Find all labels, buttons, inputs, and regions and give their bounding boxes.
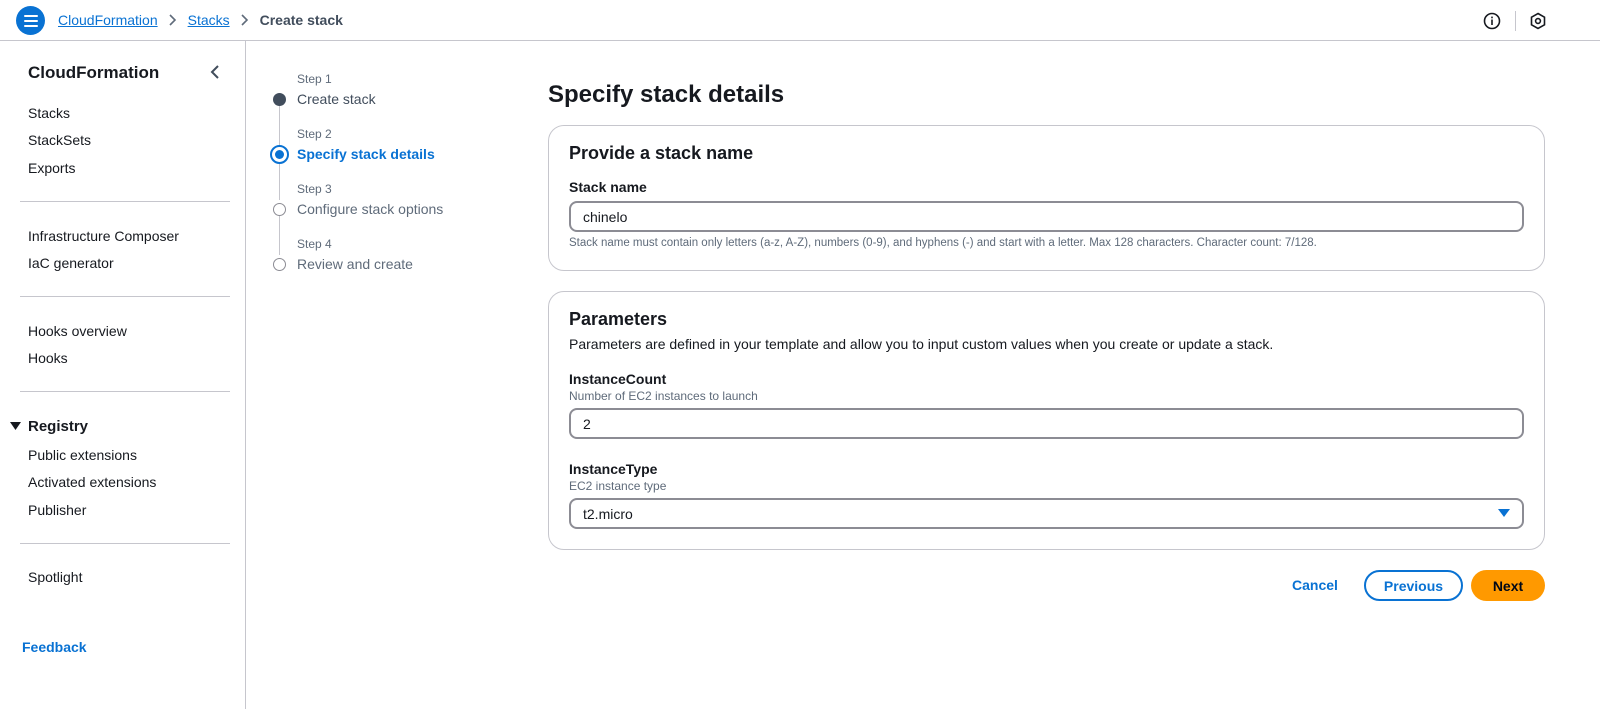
- sidebar-item-exports[interactable]: Exports: [28, 160, 75, 176]
- step-label[interactable]: Create stack: [297, 91, 376, 107]
- hamburger-menu-button[interactable]: [16, 6, 45, 35]
- settings-hexagon-icon[interactable]: [1528, 11, 1548, 31]
- stack-name-input[interactable]: chinelo: [569, 201, 1524, 232]
- chevron-right-icon: [168, 14, 178, 26]
- stack-name-constraint: Stack name must contain only letters (a-…: [569, 237, 1317, 249]
- side-navigation: CloudFormation Stacks StackSets Exports …: [0, 41, 246, 709]
- sidebar-item-hooks[interactable]: Hooks: [28, 350, 68, 366]
- toolbar-divider: [1515, 11, 1516, 31]
- breadcrumb-stacks[interactable]: Stacks: [188, 12, 230, 28]
- feedback-link[interactable]: Feedback: [22, 639, 87, 655]
- instance-count-label: InstanceCount: [569, 371, 667, 387]
- stack-name-container: Provide a stack name Stack name chinelo …: [548, 125, 1545, 271]
- instance-type-selected-value: t2.micro: [583, 505, 633, 522]
- step-label: Specify stack details: [297, 146, 435, 162]
- breadcrumb-cloudformation[interactable]: CloudFormation: [58, 12, 158, 28]
- info-icon[interactable]: [1482, 11, 1502, 31]
- instance-count-input[interactable]: 2: [569, 408, 1524, 439]
- sidebar-divider: [20, 391, 230, 392]
- sidebar-item-infrastructure-composer[interactable]: Infrastructure Composer: [28, 228, 179, 244]
- step-connector: [279, 162, 280, 200]
- step-connector: [279, 215, 280, 255]
- step-label: Configure stack options: [297, 201, 444, 217]
- previous-button[interactable]: Previous: [1364, 570, 1463, 601]
- section-heading: Parameters: [569, 309, 668, 329]
- step-number: Step 4: [297, 237, 332, 251]
- step-connector: [279, 105, 280, 145]
- section-heading: Provide a stack name: [569, 143, 754, 163]
- step-upcoming-dot: [273, 258, 286, 271]
- page-title: Specify stack details: [548, 81, 785, 108]
- parameters-container: Parameters Parameters are defined in you…: [548, 291, 1545, 550]
- chevron-left-icon: [210, 65, 219, 79]
- next-button[interactable]: Next: [1471, 570, 1545, 601]
- parameters-description: Parameters are defined in your template …: [569, 336, 1274, 352]
- sidebar-item-spotlight[interactable]: Spotlight: [28, 569, 82, 585]
- sidebar-item-stacksets[interactable]: StackSets: [28, 132, 91, 148]
- cancel-button[interactable]: Cancel: [1292, 577, 1338, 593]
- registry-label: Registry: [28, 418, 89, 435]
- sidebar-item-publisher[interactable]: Publisher: [28, 502, 86, 518]
- sidebar-divider: [20, 296, 230, 297]
- step-label: Review and create: [297, 256, 413, 272]
- breadcrumb: CloudFormation Stacks Create stack: [58, 12, 343, 28]
- caret-down-icon: [1498, 509, 1510, 517]
- sidebar-item-stacks[interactable]: Stacks: [28, 105, 70, 121]
- step-number: Step 2: [297, 127, 332, 141]
- top-navigation-bar: CloudFormation Stacks Create stack: [0, 0, 1600, 41]
- sidebar-divider: [20, 201, 230, 202]
- caret-down-icon: [10, 422, 21, 431]
- step-number: Step 1: [297, 72, 332, 86]
- instance-type-label: InstanceType: [569, 461, 658, 477]
- breadcrumb-current-page: Create stack: [259, 12, 343, 28]
- sidebar-item-hooks-overview[interactable]: Hooks overview: [28, 323, 127, 339]
- sidebar-item-public-extensions[interactable]: Public extensions: [28, 447, 137, 463]
- sidebar-section-registry[interactable]: Registry: [10, 418, 88, 435]
- sidebar-item-activated-extensions[interactable]: Activated extensions: [28, 474, 156, 490]
- side-nav-title[interactable]: CloudFormation: [28, 63, 159, 83]
- hamburger-menu-icon: [23, 14, 38, 27]
- step-active-dot: [270, 145, 289, 164]
- step-number: Step 3: [297, 182, 332, 196]
- instance-type-description: EC2 instance type: [569, 479, 667, 493]
- instance-type-select[interactable]: t2.micro: [569, 498, 1524, 529]
- chevron-right-icon: [240, 14, 250, 26]
- step-upcoming-dot: [273, 203, 286, 216]
- instance-count-description: Number of EC2 instances to launch: [569, 389, 758, 403]
- stack-name-label: Stack name: [569, 179, 647, 195]
- sidebar-item-iac-generator[interactable]: IaC generator: [28, 255, 114, 271]
- step-completed-dot: [273, 93, 286, 106]
- collapse-sidebar-button[interactable]: [206, 63, 224, 81]
- sidebar-divider: [20, 543, 230, 544]
